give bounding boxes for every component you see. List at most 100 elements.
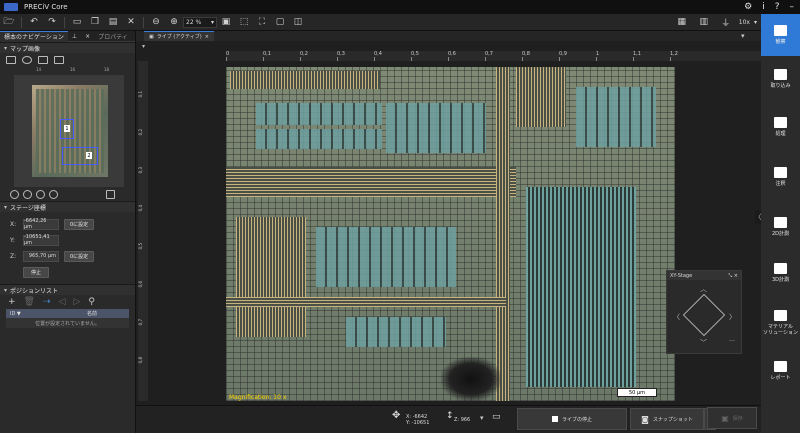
fit-width-icon[interactable]: ⬚ [237, 16, 251, 28]
xy-stage-pad[interactable]: ︿ ﹀ 〈 〉 … [667, 280, 743, 355]
zoom-value: 22 % [186, 18, 202, 26]
undo-icon[interactable]: ↶ [27, 16, 41, 28]
info-icon[interactable]: i [762, 2, 765, 12]
nav-2d-measure[interactable]: 2D計測 [761, 206, 800, 248]
close-icon[interactable]: × [205, 34, 209, 40]
add-icon[interactable]: + [8, 297, 16, 307]
help-icon[interactable]: ? [775, 2, 780, 12]
open-folder-icon[interactable]: 🗁 [2, 16, 16, 28]
collapse-panel-icon[interactable]: 〈 [755, 210, 762, 224]
zoom-in-icon[interactable]: ⊕ [167, 16, 181, 28]
layout-icon[interactable]: ▦ [675, 16, 689, 28]
nav-observe[interactable]: 観察 [761, 14, 800, 56]
ruler-tick-label: 0,7 [485, 51, 493, 61]
ruler-tick-label: 0,3 [337, 51, 345, 61]
live-image[interactable] [226, 67, 675, 401]
zoom-in-icon[interactable] [10, 189, 19, 199]
zoom-out-icon[interactable]: ⊖ [149, 16, 163, 28]
tab-specimen-navigation[interactable]: 標本のナビゲーション [0, 30, 68, 42]
snapshot-button[interactable]: ◙ スナップショット [630, 408, 704, 430]
ruler-tick-label: 0,4 [374, 51, 382, 61]
histogram-icon[interactable]: ▥ [697, 16, 711, 28]
arrow-left-icon[interactable]: 〈 [673, 312, 680, 322]
more-icon[interactable]: … [729, 336, 735, 343]
refresh-icon[interactable] [22, 56, 32, 64]
save-label: 保存 [732, 415, 743, 422]
minimize-icon[interactable]: – [790, 2, 795, 12]
app-title: PRECiV Core [24, 3, 68, 11]
zoom-select[interactable]: 22 % ▾ [183, 16, 217, 28]
tab-properties[interactable]: プロパティ [94, 31, 132, 42]
previous-icon[interactable]: ◁ [59, 297, 66, 307]
close-icon[interactable]: × [734, 273, 738, 279]
map-current-view[interactable] [62, 147, 98, 165]
chevron-down-icon[interactable]: ▾ [480, 414, 484, 422]
zoom-1to1-icon[interactable]: ▣ [219, 16, 233, 28]
trash-icon[interactable]: 🗑 [24, 297, 35, 307]
ruler-tick-label: 0,4 [138, 205, 143, 212]
image-menu-icon[interactable]: ▾ [142, 43, 145, 50]
nav-label: マテリアル ソリューション [763, 324, 798, 336]
map-export-icon[interactable] [106, 189, 115, 199]
set-x-zero-button[interactable]: 0に設定 [64, 218, 95, 230]
close-icon[interactable]: × [81, 31, 94, 42]
arrow-right-icon[interactable]: 〉 [729, 312, 736, 322]
map-settings-icon[interactable] [54, 56, 64, 64]
pin-icon[interactable]: ⊥ [68, 31, 81, 42]
xy-move-icon[interactable]: ✥ [392, 410, 400, 421]
target-icon[interactable] [49, 189, 58, 199]
objective-value[interactable]: 10x [739, 19, 750, 26]
toolbar-right: ▦ ▥ ⏚ 10x ▾ [673, 16, 757, 29]
map-image[interactable]: 1 2 [14, 75, 124, 187]
column-name[interactable]: 名前 [87, 310, 97, 317]
map-layers-icon[interactable] [38, 56, 48, 64]
nav-report[interactable]: レポート [761, 350, 800, 392]
nav-annotate[interactable]: 注釈 [761, 156, 800, 198]
nav-acquire[interactable]: 取り込み [761, 58, 800, 100]
chevron-down-icon: ▾ [4, 44, 8, 52]
stop-button[interactable]: 停止 [23, 266, 49, 278]
comment-icon[interactable]: ▭ [492, 412, 501, 422]
redo-icon[interactable]: ↷ [45, 16, 59, 28]
map-section-header[interactable]: ▾ マップ画像 [0, 42, 135, 53]
stage-y-value[interactable]: -10651,41 µm [23, 234, 59, 246]
delete-icon[interactable]: ✕ [124, 16, 138, 28]
z-axis-icon[interactable]: ↕ [446, 411, 454, 421]
arrow-up-icon[interactable]: ︿ [700, 284, 707, 294]
nav-process[interactable]: 処理 [761, 106, 800, 148]
tab-live-active[interactable]: ▣ ライブ (アクティブ) × [144, 31, 214, 41]
stage-x-value[interactable]: -6642,26 µm [23, 218, 59, 230]
chip-bus [496, 67, 510, 401]
zoom-fit-icon[interactable] [23, 189, 32, 199]
xy-joystick[interactable] [682, 293, 726, 337]
map-image-icon[interactable] [6, 56, 16, 64]
stop-live-button[interactable]: ライブの停止 [517, 408, 627, 430]
tab-list-icon[interactable]: ▾ [741, 32, 745, 40]
cut-icon[interactable]: ▭ [70, 16, 84, 28]
settings-gear-icon[interactable]: ⚙ [744, 2, 752, 12]
position-search-icon[interactable]: ⚲ [88, 297, 95, 307]
zoom-out-icon[interactable] [36, 189, 45, 199]
stage-z-value[interactable]: 965,70 µm [23, 250, 59, 262]
column-id[interactable]: ID ▼ [10, 311, 21, 317]
nav-3d-measure[interactable]: 3D計測 [761, 252, 800, 294]
stage-section-header[interactable]: ▾ ステージ座標 [0, 201, 135, 212]
ruler-tick-label: 1,2 [670, 51, 678, 61]
ruler-tick-label: 0,5 [411, 51, 419, 61]
save-button[interactable]: ▣ 保存 [707, 407, 757, 429]
goto-icon[interactable]: ⇢ [43, 297, 51, 307]
set-z-zero-button[interactable]: 0に設定 [64, 250, 95, 262]
paste-icon[interactable]: ▤ [106, 16, 120, 28]
fit-area-icon[interactable]: ▢ [273, 16, 287, 28]
fit-window-icon[interactable]: ⛶ [255, 16, 269, 28]
nav-material-solutions[interactable]: マテリアル ソリューション [761, 302, 800, 344]
position-section-header[interactable]: ▾ ポジションリスト [0, 284, 135, 295]
arrow-down-icon[interactable]: ﹀ [700, 338, 707, 348]
copy-icon[interactable]: ❐ [88, 16, 102, 28]
next-icon[interactable]: ▷ [73, 297, 80, 307]
undock-icon[interactable]: ⤡ [728, 273, 732, 279]
xy-stage-controls: ⤡ × [728, 273, 738, 279]
ruler-tick-label: 0 [226, 51, 230, 61]
view-options-icon[interactable]: ◫ [291, 16, 305, 28]
axis-label: Y: [10, 236, 15, 244]
